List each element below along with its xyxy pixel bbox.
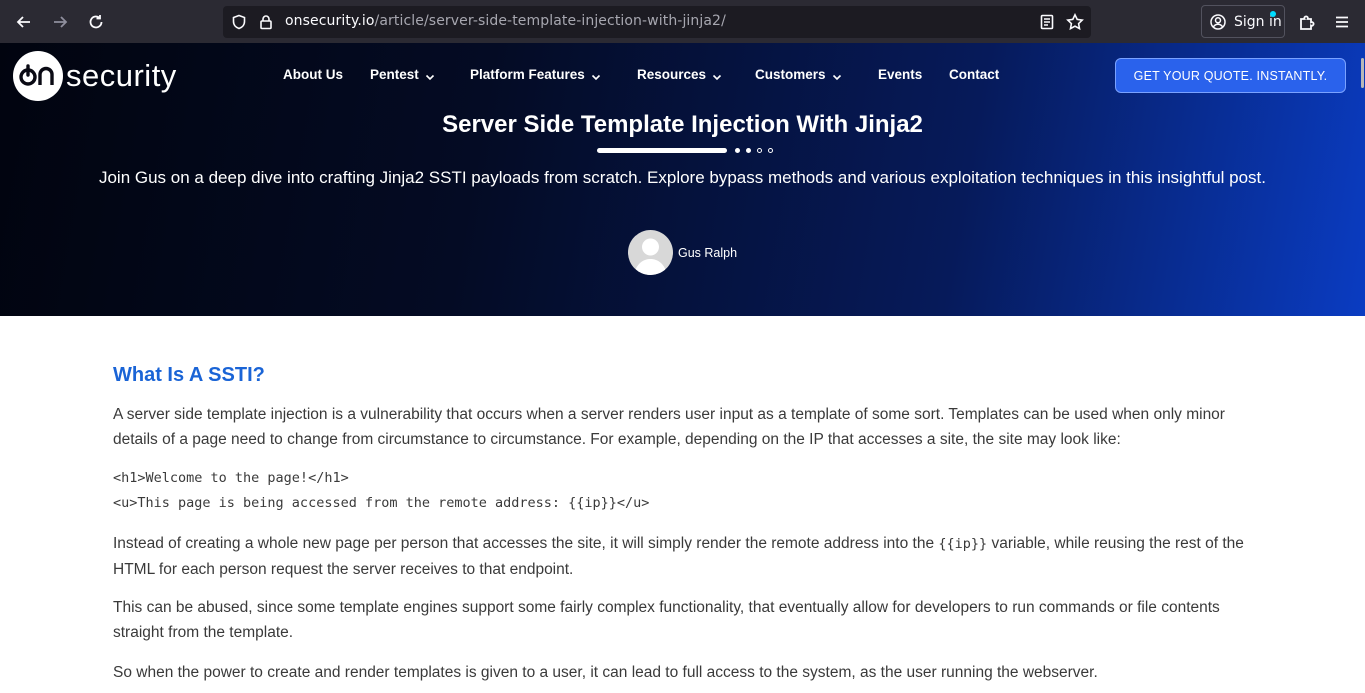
default-avatar-icon [634, 238, 667, 275]
nav-customers[interactable]: Customers [755, 67, 842, 82]
chevron-down-icon [591, 70, 601, 80]
sync-badge [1270, 11, 1276, 17]
nav-contact[interactable]: Contact [949, 67, 999, 82]
url-host: onsecurity.io [285, 13, 375, 29]
nav-label: About Us [283, 67, 343, 82]
extensions-button[interactable] [1293, 8, 1321, 36]
bookmark-star-icon[interactable] [1066, 13, 1084, 31]
nav-about-us[interactable]: About Us [283, 67, 343, 82]
nav-label: Resources [637, 67, 707, 82]
title-divider [597, 146, 773, 154]
chevron-down-icon [712, 70, 722, 80]
reload-icon [89, 15, 103, 29]
nav-pentest[interactable]: Pentest [370, 67, 435, 82]
author-name: Gus Ralph [678, 245, 738, 260]
back-arrow-icon [16, 16, 30, 28]
nav-resources[interactable]: Resources [637, 67, 722, 82]
scrollbar-thumb[interactable] [1361, 58, 1364, 88]
paragraph-3: This can be abused, since some template … [113, 599, 1220, 641]
section-heading: What Is A SSTI? [113, 364, 265, 386]
page-subtitle: Join Gus on a deep dive into crafting Ji… [98, 168, 1267, 187]
code-line-1: <h1>Welcome to the page!</h1> [113, 470, 349, 486]
app-menu-button[interactable] [1328, 8, 1356, 36]
paragraph-1: A server side template injection is a vu… [113, 406, 1225, 448]
address-bar[interactable]: onsecurity.io/article/server-side-templa… [223, 6, 1091, 38]
shield-icon[interactable] [230, 13, 248, 31]
author-byline[interactable]: Gus Ralph [628, 230, 737, 275]
site-logo[interactable]: security [13, 51, 177, 101]
sign-in-button[interactable]: Sign in [1201, 5, 1285, 38]
nav-label: Events [878, 67, 923, 82]
page-scrollbar[interactable] [1359, 43, 1365, 693]
puzzle-icon [1300, 15, 1315, 30]
paragraph-2: Instead of creating a whole new page per… [113, 535, 1244, 578]
get-quote-button[interactable]: GET YOUR QUOTE. INSTANTLY. [1115, 58, 1346, 93]
chevron-down-icon [832, 70, 842, 80]
reader-view-icon[interactable] [1038, 13, 1056, 31]
nav-label: Customers [755, 67, 826, 82]
inline-code: {{ip}} [938, 536, 988, 552]
logo-wordmark: security [66, 58, 177, 93]
back-button[interactable] [10, 8, 38, 36]
account-icon [1210, 13, 1226, 30]
forward-arrow-icon [54, 16, 68, 28]
nav-label: Pentest [370, 67, 419, 82]
hero-section: security About Us Pentest Platform Featu… [0, 43, 1365, 316]
logo-on-icon [13, 51, 63, 101]
chevron-down-icon [425, 70, 435, 80]
forward-button[interactable] [46, 8, 74, 36]
reload-button[interactable] [82, 8, 110, 36]
code-line-2: <u>This page is being accessed from the … [113, 495, 650, 511]
nav-label: Contact [949, 67, 1000, 82]
url-path: /article/server-side-template-injection-… [374, 13, 726, 29]
avatar [628, 230, 673, 275]
paragraph-4: So when the power to create and render t… [113, 664, 1098, 681]
browser-toolbar: onsecurity.io/article/server-side-templa… [0, 0, 1365, 43]
nav-events[interactable]: Events [878, 67, 922, 82]
hamburger-menu-icon [1336, 16, 1348, 28]
url-text[interactable]: onsecurity.io/article/server-side-templa… [285, 13, 726, 29]
lock-icon[interactable] [257, 13, 275, 31]
page-title: Server Side Template Injection With Jinj… [442, 111, 923, 138]
nav-label: Platform Features [470, 67, 585, 82]
nav-platform-features[interactable]: Platform Features [470, 67, 601, 82]
